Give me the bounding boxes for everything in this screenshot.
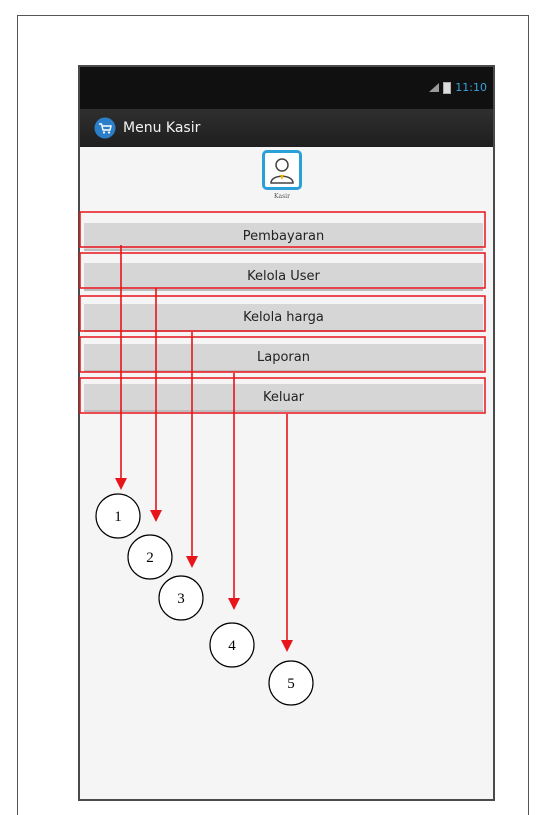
cashier-logo bbox=[262, 150, 302, 190]
pembayaran-button[interactable]: Pembayaran bbox=[84, 223, 483, 251]
app-title: Menu Kasir bbox=[123, 120, 201, 136]
menu-content: Kasir Pembayaran Kelola User Kelola harg… bbox=[80, 147, 493, 799]
action-bar: Menu Kasir bbox=[80, 109, 493, 147]
keluar-button[interactable]: Keluar bbox=[84, 384, 483, 412]
laporan-button[interactable]: Laporan bbox=[84, 344, 483, 372]
signal-icon bbox=[429, 83, 440, 92]
status-bar: 11:10 bbox=[80, 67, 493, 109]
user-icon bbox=[270, 158, 294, 184]
kelola-user-button[interactable]: Kelola User bbox=[84, 263, 483, 291]
battery-icon bbox=[443, 81, 452, 94]
cart-icon[interactable] bbox=[94, 117, 116, 139]
status-time: 11:10 bbox=[455, 81, 487, 94]
kelola-harga-button[interactable]: Kelola harga bbox=[84, 304, 483, 332]
logo-label: Kasir bbox=[274, 193, 290, 200]
phone-screen: 11:10 Menu Kasir Kasir Pembayaran Kelola… bbox=[78, 65, 495, 801]
status-icons: 11:10 bbox=[429, 81, 487, 94]
